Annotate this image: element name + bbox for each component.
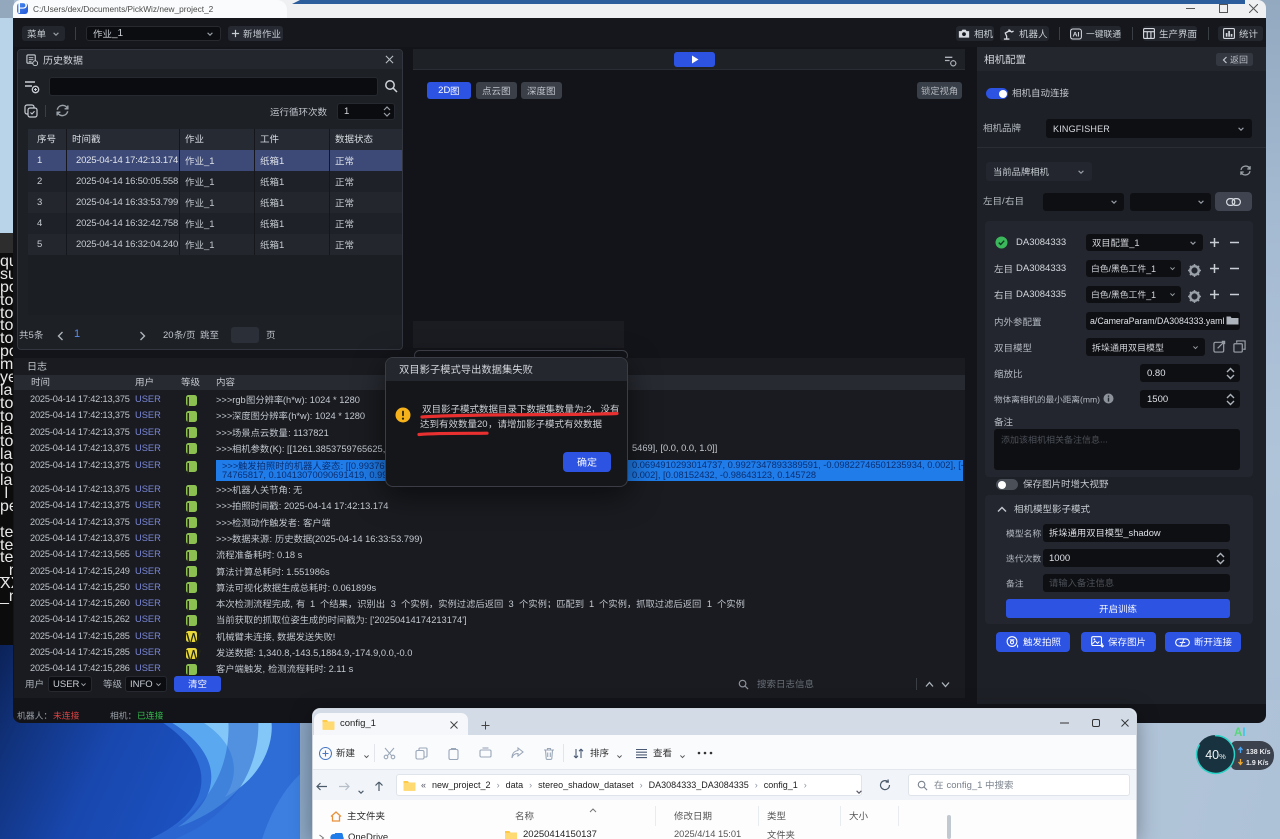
svg-text:AI: AI <box>1073 31 1080 38</box>
svg-text:138 K/s: 138 K/s <box>1246 749 1271 756</box>
svg-text:1.9 K/s: 1.9 K/s <box>1246 760 1269 767</box>
